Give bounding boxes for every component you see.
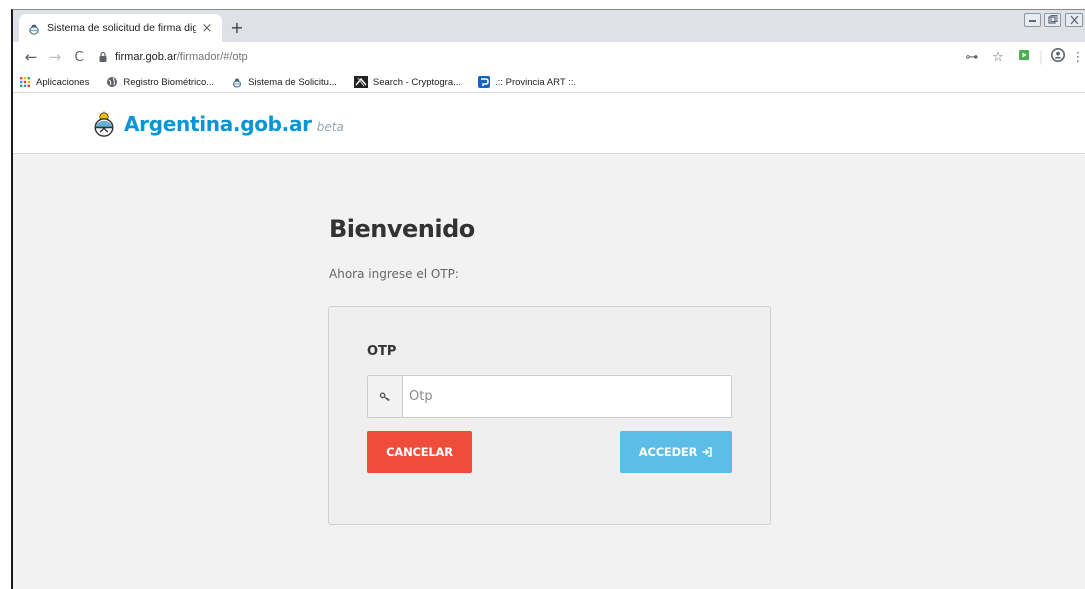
extension-icon[interactable] <box>1011 49 1037 65</box>
url-path: /firmador/#/otp <box>176 51 248 63</box>
reload-icon[interactable]: C <box>67 45 91 69</box>
cancel-button[interactable]: CANCELAR <box>367 431 472 473</box>
close-window-icon[interactable] <box>1065 13 1083 27</box>
bookmark-label: .:: Provincia ART ::. <box>495 76 577 88</box>
globe-icon <box>107 77 118 87</box>
browser-window: Sistema de solicitud de firma dig × + ← … <box>11 9 1085 589</box>
apps-grid-icon <box>20 77 30 87</box>
toolbar-right-icons: ⊶ ☆ | ⋮ <box>959 42 1085 72</box>
brand-beta-tag: beta <box>316 119 344 134</box>
new-tab-button[interactable]: + <box>227 19 247 39</box>
minimize-icon[interactable] <box>1024 13 1041 27</box>
toolbar-divider: | <box>1038 49 1044 65</box>
bookmark-aplicaciones[interactable]: Aplicaciones <box>19 76 89 88</box>
restore-icon[interactable] <box>1044 13 1061 27</box>
page-title: Bienvenido <box>329 215 475 243</box>
cancel-button-label: CANCELAR <box>386 445 453 459</box>
argentina-seal-icon <box>233 78 242 88</box>
otp-input[interactable] <box>403 376 731 417</box>
close-tab-icon[interactable]: × <box>200 21 214 36</box>
tab-strip: Sistema de solicitud de firma dig × + <box>13 10 1085 42</box>
brand-name[interactable]: Argentina.gob.ar <box>124 112 312 136</box>
bookmark-star-icon[interactable]: ☆ <box>985 50 1011 65</box>
bookmark-sistema-solicitud[interactable]: Sistema de Solicitu... <box>231 76 337 88</box>
browser-tab[interactable]: Sistema de solicitud de firma dig × <box>19 14 222 42</box>
browser-menu-icon[interactable]: ⋮ <box>1071 50 1085 65</box>
bookmark-cryptography[interactable]: Search - Cryptogra... <box>353 76 462 88</box>
cryptography-icon <box>353 76 368 88</box>
bookmark-label: Search - Cryptogra... <box>372 76 462 88</box>
login-icon <box>702 447 712 457</box>
profile-icon[interactable] <box>1045 48 1071 66</box>
site-header: Argentina.gob.ar beta <box>13 94 1085 154</box>
bookmarks-bar: Aplicaciones Registro Biométrico... Sist… <box>13 72 1085 93</box>
accept-button-label: ACCEDER <box>638 445 698 459</box>
url-host: firmar.gob.ar <box>115 51 177 63</box>
otp-field-label: OTP <box>367 344 397 359</box>
accept-button[interactable]: ACCEDER <box>620 431 732 473</box>
key-icon[interactable]: ⊶ <box>959 50 985 65</box>
browser-toolbar: ← → C firmar.gob.ar /firmador/#/otp ⊶ ☆ … <box>13 42 1085 72</box>
bookmark-label: Aplicaciones <box>36 76 90 88</box>
bookmark-label: Sistema de Solicitu... <box>248 76 337 88</box>
argentina-seal-icon <box>29 24 39 35</box>
address-bar[interactable]: firmar.gob.ar /firmador/#/otp <box>97 45 248 69</box>
otp-input-addon <box>368 376 403 417</box>
forward-icon[interactable]: → <box>43 45 67 69</box>
argentina-seal-icon[interactable] <box>93 110 115 137</box>
otp-form-panel: OTP CANCELAR ACCEDER <box>328 306 771 525</box>
screenshot-frame: Sistema de solicitud de firma dig × + ← … <box>0 0 1085 589</box>
otp-input-group <box>367 375 732 418</box>
tab-title: Sistema de solicitud de firma dig <box>47 22 196 34</box>
key-icon <box>379 392 390 401</box>
bookmark-provincia-art[interactable]: .:: Provincia ART ::. <box>478 76 576 88</box>
provincia-art-icon <box>478 76 491 88</box>
lock-icon <box>99 51 107 62</box>
back-icon[interactable]: ← <box>19 45 43 69</box>
bookmark-label: Registro Biométrico... <box>123 76 215 88</box>
bookmark-registro-biometrico[interactable]: Registro Biométrico... <box>106 76 214 88</box>
page-subtitle: Ahora ingrese el OTP: <box>329 267 459 281</box>
main-content: Bienvenido Ahora ingrese el OTP: OTP CAN… <box>13 155 1085 589</box>
